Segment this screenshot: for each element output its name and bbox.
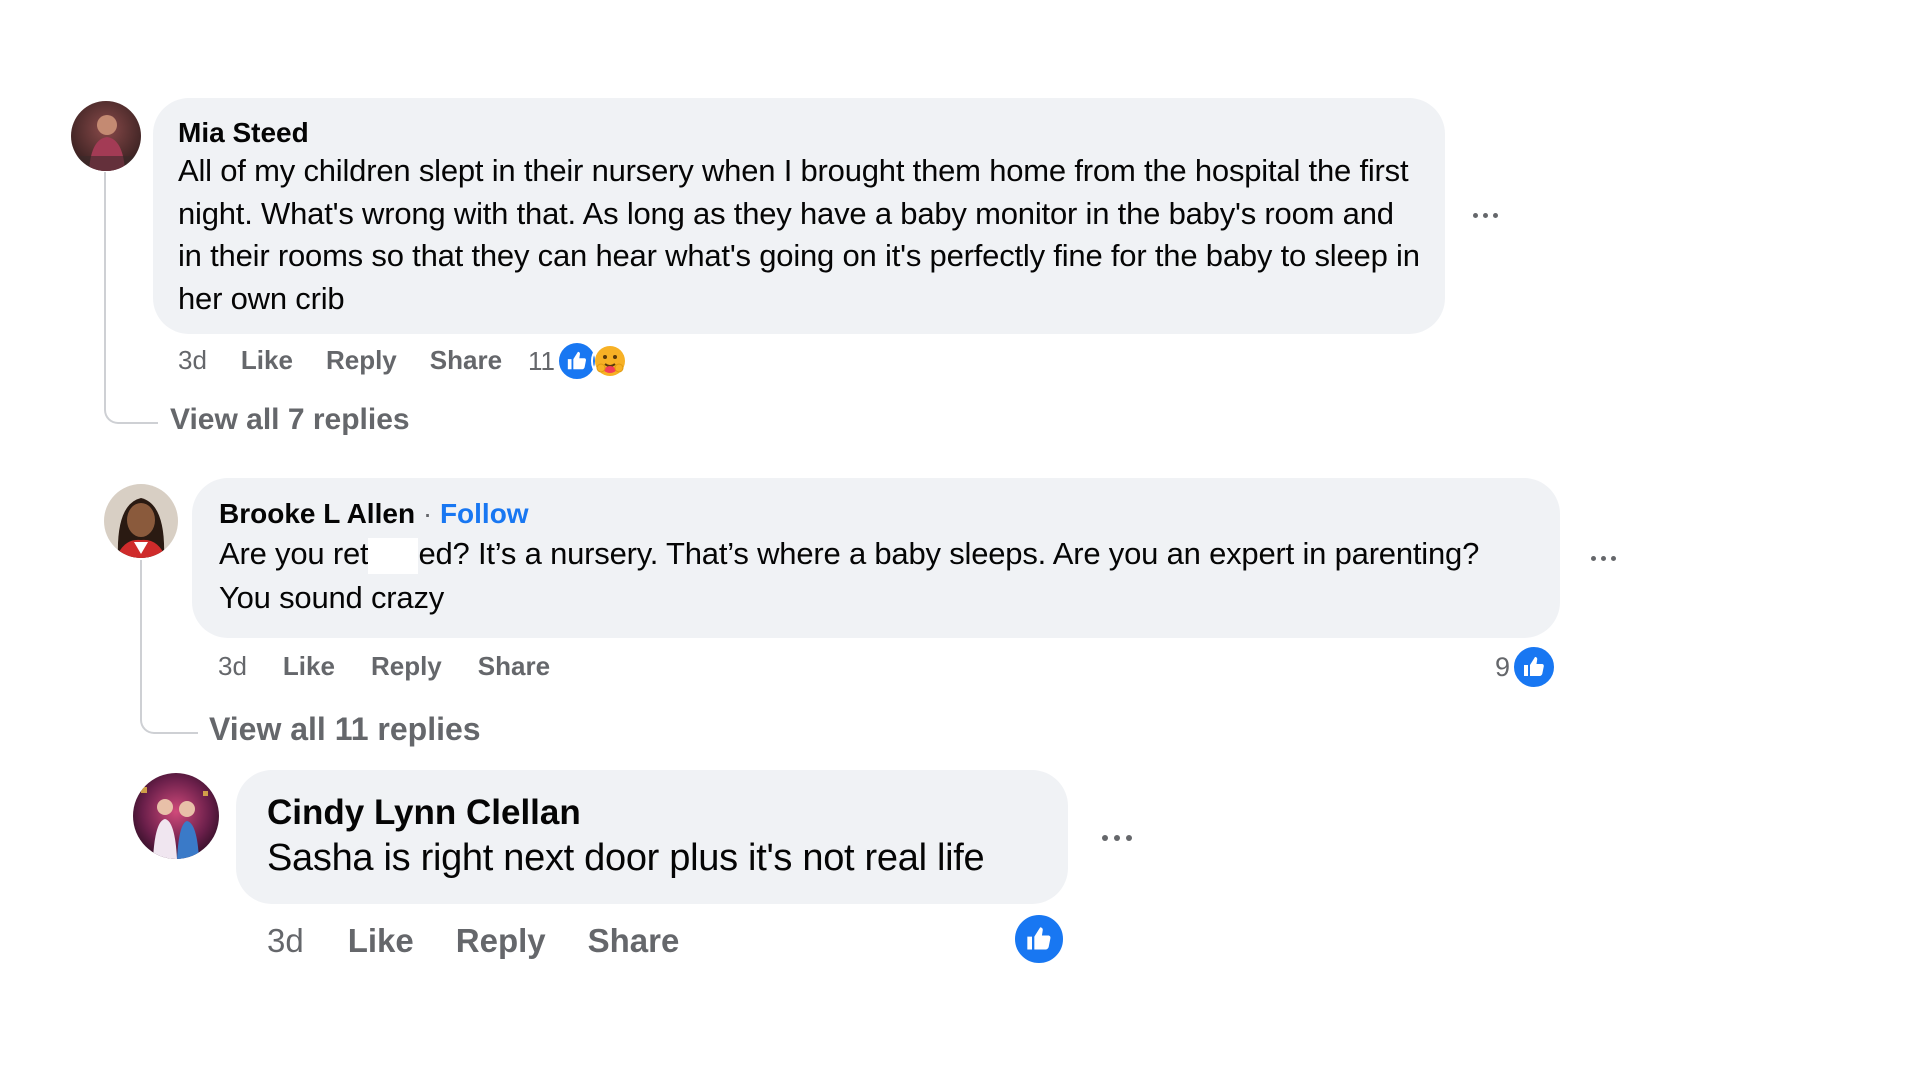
comment-timestamp[interactable]: 3d xyxy=(267,922,304,960)
comment-author-line: Brooke L Allen · Follow xyxy=(219,496,1533,532)
comment-text-part: Are you ret xyxy=(219,536,369,571)
care-icon xyxy=(591,342,629,380)
view-replies-link[interactable]: View all 7 replies xyxy=(170,402,410,438)
comment-thread: Mia Steed All of my children slept in th… xyxy=(0,0,1920,1080)
reaction-count: 11 xyxy=(528,345,555,376)
comment-author[interactable]: Mia Steed xyxy=(178,116,1420,150)
thread-connector xyxy=(104,172,158,424)
reaction-summary[interactable] xyxy=(1013,913,1065,965)
more-options-icon[interactable] xyxy=(1473,213,1498,218)
comment-actions: 3d Like Reply Share xyxy=(267,922,679,960)
comment-bubble: Cindy Lynn Clellan Sasha is right next d… xyxy=(236,770,1068,904)
avatar[interactable] xyxy=(71,101,141,171)
comment-bubble: Brooke L Allen · Follow Are you ret ed? I… xyxy=(192,478,1560,638)
comment-text: Sasha is right next door plus it's not r… xyxy=(267,837,985,879)
avatar[interactable] xyxy=(133,773,219,859)
reaction-summary[interactable]: 11 xyxy=(528,341,629,381)
reply-button[interactable]: Reply xyxy=(456,922,546,960)
share-button[interactable]: Share xyxy=(588,922,680,960)
comment-author[interactable]: Cindy Lynn Clellan xyxy=(267,791,1037,835)
avatar-photo-icon xyxy=(133,773,219,859)
comment-text: All of my children slept in their nurser… xyxy=(178,153,1420,316)
more-options-icon[interactable] xyxy=(1591,556,1616,561)
avatar[interactable] xyxy=(104,484,178,558)
reply-button[interactable]: Reply xyxy=(371,651,442,682)
avatar-photo-icon xyxy=(71,101,141,171)
reply-button[interactable]: Reply xyxy=(326,345,397,376)
thread-connector xyxy=(140,560,198,734)
like-button[interactable]: Like xyxy=(241,345,293,376)
comment-author[interactable]: Brooke L Allen xyxy=(219,498,415,529)
name-separator: · xyxy=(415,498,440,529)
reaction-summary[interactable]: 9 xyxy=(1495,645,1557,689)
like-icon xyxy=(1013,913,1065,965)
comment-text: Are you ret ed? It’s a nursery. That’s wh… xyxy=(219,532,1533,620)
more-options-icon[interactable] xyxy=(1102,835,1132,841)
share-button[interactable]: Share xyxy=(478,651,550,682)
view-replies-link[interactable]: View all 11 replies xyxy=(209,710,481,748)
redaction-box xyxy=(368,537,419,574)
comment-timestamp[interactable]: 3d xyxy=(218,651,247,682)
comment-timestamp[interactable]: 3d xyxy=(178,345,207,376)
comment-actions: 3d Like Reply Share xyxy=(178,345,502,375)
like-button[interactable]: Like xyxy=(348,922,414,960)
comment-actions: 3d Like Reply Share xyxy=(218,651,550,681)
comment-bubble: Mia Steed All of my children slept in th… xyxy=(153,98,1445,334)
share-button[interactable]: Share xyxy=(430,345,502,376)
follow-button[interactable]: Follow xyxy=(440,498,529,529)
like-icon xyxy=(1512,645,1557,689)
reaction-count: 9 xyxy=(1495,651,1511,682)
like-button[interactable]: Like xyxy=(283,651,335,682)
avatar-photo-icon xyxy=(104,484,178,558)
